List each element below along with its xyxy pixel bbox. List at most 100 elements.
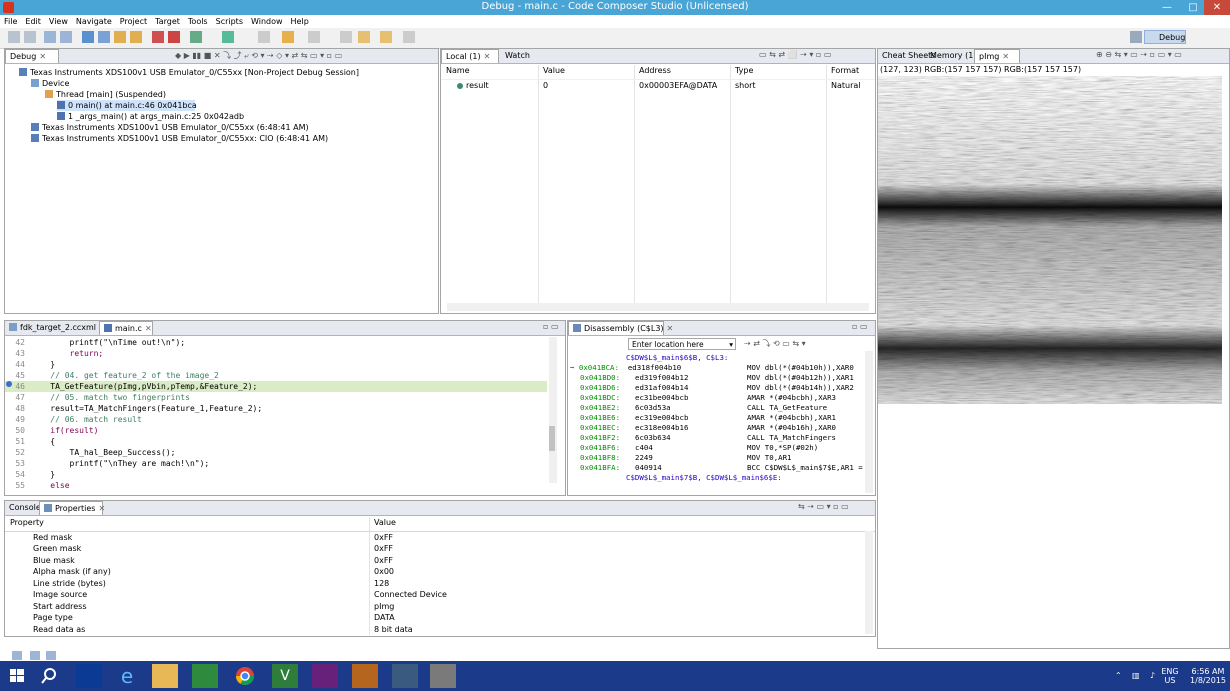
disassembly-controls[interactable]: ▫ ▭ (852, 322, 868, 334)
vertical-scrollbar[interactable] (549, 337, 557, 483)
reload-icon[interactable] (130, 31, 142, 43)
table-row[interactable]: Red mask 0xFF (5, 532, 867, 543)
virtualbox-icon[interactable] (430, 664, 456, 688)
menu-scripts[interactable]: Scripts (212, 15, 247, 28)
table-row[interactable]: Start address pImg (5, 601, 867, 612)
col-name[interactable]: Name (446, 65, 470, 77)
tab-pimg[interactable]: pImg ✕ (974, 49, 1020, 63)
col-value[interactable]: Value (543, 65, 565, 77)
tree-node-device[interactable]: Device (31, 78, 69, 89)
menu-help[interactable]: Help (287, 15, 313, 28)
vim-icon[interactable]: V (272, 664, 298, 688)
perspective-debug-button[interactable]: Debug (1144, 30, 1186, 44)
cell-value[interactable]: 0 (543, 80, 548, 91)
tree-node-emulator[interactable]: Texas Instruments XDS100v1 USB Emulator_… (31, 122, 309, 133)
disassembly-toolbar[interactable]: ⇢ ⇄ ⤵ ⟲ ▭ ⇆ ▾ (744, 338, 806, 350)
menu-view[interactable]: View (45, 15, 72, 28)
minimize-button[interactable]: — (1154, 0, 1180, 15)
debug-config-icon[interactable] (222, 31, 234, 43)
language-indicator[interactable]: ENG US (1160, 667, 1180, 685)
chrome-icon[interactable] (232, 664, 258, 688)
code-area[interactable]: 42 printf("\nTime out!\n"); 43 return; 4… (5, 337, 549, 495)
col-value[interactable]: Value (374, 517, 396, 529)
print-icon[interactable] (44, 31, 56, 43)
menu-navigate[interactable]: Navigate (72, 15, 116, 28)
save-icon[interactable] (24, 31, 36, 43)
tree-node-frame-0[interactable]: 0 main() at main.c:46 0x041bca (57, 100, 197, 111)
connect-icon[interactable] (98, 31, 110, 43)
horizontal-scrollbar[interactable] (447, 303, 869, 311)
progress-icon[interactable] (46, 651, 56, 660)
scroll-thumb[interactable] (549, 426, 555, 451)
back-icon[interactable] (358, 31, 370, 43)
close-icon[interactable]: ✕ (98, 504, 105, 513)
location-input[interactable]: Enter location here ▾ (628, 338, 736, 350)
tree-node-thread[interactable]: Thread [main] (Suspended) (45, 89, 166, 100)
close-icon[interactable]: ✕ (145, 324, 152, 333)
breakpoint-icon[interactable] (152, 31, 164, 43)
menu-file[interactable]: File (0, 15, 21, 28)
vertical-scrollbar[interactable] (865, 531, 873, 634)
menu-tools[interactable]: Tools (184, 15, 212, 28)
tab-memory[interactable]: Memory (1) (926, 49, 980, 63)
ccs-icon[interactable] (352, 664, 378, 688)
close-button[interactable]: ✕ (1204, 0, 1230, 15)
open-perspective-icon[interactable] (1130, 31, 1142, 43)
col-address[interactable]: Address (639, 65, 671, 77)
properties-controls[interactable]: ⇆ ⇢ ▭ ▾ ▫ ▭ (798, 502, 849, 514)
tab-local[interactable]: Local (1) ✕ (441, 49, 499, 63)
menu-edit[interactable]: Edit (21, 15, 45, 28)
volume-icon[interactable]: ♪ (1150, 671, 1155, 680)
clock[interactable]: 6:56 AM 1/8/2015 (1188, 667, 1228, 685)
menu-project[interactable]: Project (116, 15, 151, 28)
menu-target[interactable]: Target (151, 15, 184, 28)
variables-controls[interactable]: ▭ ⇆ ⇄ ⬜ ⇢ ▾ ▫ ▭ (759, 50, 831, 62)
menu-window[interactable]: Window (247, 15, 287, 28)
table-row[interactable]: Green mask 0xFF (5, 543, 867, 554)
maximize-button[interactable]: □ (1180, 0, 1206, 15)
windows-start-icon[interactable] (4, 664, 30, 688)
load-icon[interactable] (114, 31, 126, 43)
col-type[interactable]: Type (735, 65, 753, 77)
tree-node-cio[interactable]: Texas Instruments XDS100v1 USB Emulator_… (31, 133, 328, 144)
build-icon[interactable] (60, 31, 72, 43)
status-icon[interactable] (30, 651, 40, 660)
table-row[interactable]: Line stride (bytes) 128 (5, 578, 867, 589)
run-config-icon[interactable] (190, 31, 202, 43)
tab-main-c[interactable]: main.c ✕ (99, 321, 153, 335)
tab-fdk-target[interactable]: fdk_target_2.ccxml (5, 321, 100, 335)
table-row[interactable]: result (457, 80, 489, 91)
fast-view-icon[interactable] (12, 651, 22, 660)
prev-annotation-icon[interactable] (308, 31, 320, 43)
network-icon[interactable]: ▥ (1132, 671, 1140, 680)
tab-debug[interactable]: Debug ✕ (5, 49, 59, 63)
next-annotation-icon[interactable] (340, 31, 352, 43)
remove-breakpoints-icon[interactable] (168, 31, 180, 43)
tree-node-session[interactable]: Texas Instruments XDS100v1 USB Emulator_… (19, 67, 359, 78)
col-property[interactable]: Property (10, 517, 44, 529)
command-prompt-icon[interactable] (392, 664, 418, 688)
table-row[interactable]: Blue mask 0xFF (5, 555, 867, 566)
close-icon[interactable]: ✕ (667, 324, 674, 333)
new-icon[interactable] (8, 31, 20, 43)
close-icon[interactable]: ✕ (39, 52, 46, 61)
file-explorer-icon[interactable] (152, 664, 178, 688)
edit-icon[interactable] (258, 31, 270, 43)
debug-controls[interactable]: ◆ ▶ ▮▮ ■ ✕ ⤵ ⤴ ⤶ ⟲ ▾ ⇢ ◇ ▾ ⇄ ⇆ ▭ ▾ ▫ ▭ (175, 50, 342, 62)
visual-studio-icon[interactable] (312, 664, 338, 688)
table-row[interactable]: Alpha mask (if any) 0x00 (5, 566, 867, 577)
table-row[interactable]: Page type DATA (5, 612, 867, 623)
editor-controls[interactable]: ▫ ▭ (543, 322, 559, 334)
up-arrow-icon[interactable]: ⌃ (1115, 671, 1122, 680)
tree-node-frame-1[interactable]: 1 _args_main() at args_main.c:25 0x042ad… (57, 111, 244, 122)
store-icon[interactable] (192, 664, 218, 688)
close-icon[interactable]: ✕ (484, 52, 491, 61)
chevron-down-icon[interactable]: ▾ (729, 339, 733, 351)
col-format[interactable]: Format (831, 65, 859, 77)
tab-disassembly[interactable]: Disassembly (C$L3) ✕ (568, 321, 673, 335)
search-icon[interactable] (36, 664, 62, 688)
forward-icon[interactable] (380, 31, 392, 43)
tab-watch[interactable]: Watch (501, 49, 534, 63)
forward-dropdown-icon[interactable] (403, 31, 415, 43)
close-icon[interactable]: ✕ (1002, 52, 1009, 61)
